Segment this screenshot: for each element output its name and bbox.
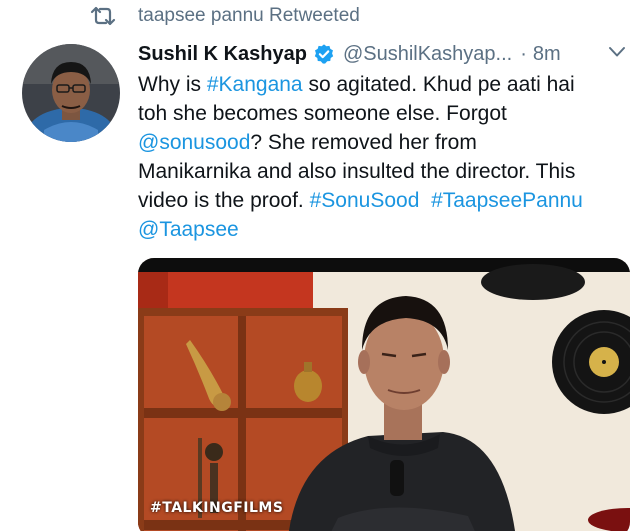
mention-link[interactable]: @Taapsee bbox=[138, 218, 239, 241]
tweet-text-segment: so agitated. Khud pe aati hai bbox=[302, 73, 575, 96]
tweet-text: Why is #Kangana so agitated. Khud pe aat… bbox=[138, 70, 634, 244]
tweet-text-line: Why is #Kangana so agitated. Khud pe aat… bbox=[138, 70, 634, 99]
mention-link[interactable]: @sonusood bbox=[138, 131, 250, 154]
tweet-text-segment: toh she becomes someone else. Forgot bbox=[138, 102, 507, 125]
hashtag-link[interactable]: #TaapseePannu bbox=[431, 189, 583, 212]
video-thumbnail bbox=[138, 258, 630, 531]
hashtag-link[interactable]: #Kangana bbox=[207, 73, 303, 96]
tweet-text-segment: Manikarnika and also insulted the direct… bbox=[138, 160, 576, 183]
verified-badge-icon bbox=[314, 44, 334, 64]
tweet-timestamp[interactable]: 8m bbox=[533, 43, 561, 66]
tweet-text-line: toh she becomes someone else. Forgot bbox=[138, 99, 634, 128]
tweet-text-line: Manikarnika and also insulted the direct… bbox=[138, 157, 634, 186]
separator-dot: · bbox=[520, 42, 527, 65]
retweet-icon bbox=[90, 6, 116, 26]
tweet-text-line: @sonusood? She removed her from bbox=[138, 128, 634, 157]
tweet-text-segment: ? She removed her from bbox=[250, 131, 477, 154]
retweet-label[interactable]: taapsee pannu Retweeted bbox=[138, 5, 360, 27]
tweet-text-line: video is the proof. #SonuSood #TaapseePa… bbox=[138, 186, 634, 215]
tweet-text-segment bbox=[419, 189, 431, 212]
author-handle[interactable]: @SushilKashyap... bbox=[343, 43, 512, 66]
chevron-down-icon[interactable] bbox=[608, 46, 626, 58]
author-name[interactable]: Sushil K Kashyap bbox=[138, 43, 307, 66]
tweet-text-line: @Taapsee bbox=[138, 215, 634, 244]
tweet-text-segment: video is the proof. bbox=[138, 189, 310, 212]
video-watermark: #TALKINGFILMS bbox=[150, 500, 284, 516]
video-media[interactable]: #TALKINGFILMS bbox=[138, 258, 630, 531]
tweet-header: Sushil K Kashyap @SushilKashyap... · 8m bbox=[138, 38, 628, 70]
avatar[interactable] bbox=[22, 44, 120, 142]
tweet-text-segment: Why is bbox=[138, 73, 207, 96]
hashtag-link[interactable]: #SonuSood bbox=[310, 189, 420, 212]
